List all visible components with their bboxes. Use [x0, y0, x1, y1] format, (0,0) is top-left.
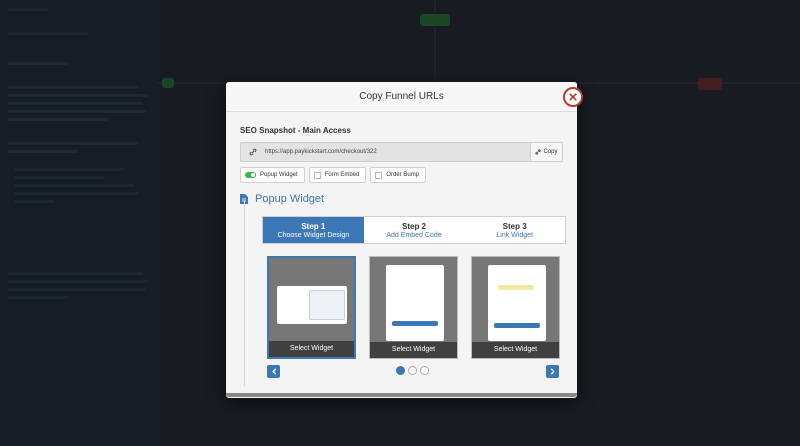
- chevron-left-icon: [271, 368, 276, 375]
- chevron-right-icon: [550, 368, 555, 375]
- url-row: https://app.paykickstart.com/checkout/32…: [240, 142, 563, 162]
- step-number: Step 3: [502, 222, 527, 231]
- widget-preview-banner: [498, 285, 534, 290]
- tab-form-embed[interactable]: Form Embed: [308, 167, 367, 183]
- close-icon: [569, 93, 577, 101]
- select-widget-button[interactable]: Select Widget: [472, 342, 559, 358]
- funnel-url-field[interactable]: https://app.paykickstart.com/checkout/32…: [265, 143, 530, 161]
- widget-preview-form: [309, 290, 345, 320]
- widget-preview: [386, 265, 444, 341]
- link-icon: [241, 143, 265, 161]
- section-title: Popup Widget: [240, 193, 563, 205]
- tab-label: Form Embed: [324, 172, 360, 178]
- select-widget-button[interactable]: Select Widget: [370, 342, 457, 358]
- carousel-pagination: [396, 366, 429, 375]
- copy-label: Copy: [543, 149, 558, 155]
- close-button[interactable]: [563, 87, 583, 107]
- widget-type-tabs: Popup Widget Form Embed Order Bump: [240, 167, 563, 183]
- modal-title: Copy Funnel URLs: [226, 82, 577, 112]
- step-number: Step 1: [301, 222, 326, 231]
- step-label: Add Embed Code: [386, 232, 442, 239]
- select-widget-button[interactable]: Select Widget: [269, 341, 354, 357]
- section-divider: [244, 200, 245, 386]
- section-title-text: Popup Widget: [255, 193, 325, 205]
- tab-order-bump[interactable]: Order Bump: [370, 167, 427, 183]
- pagination-dot-1[interactable]: [396, 366, 405, 375]
- wizard-steps: Step 1 Choose Widget Design Step 2 Add E…: [262, 216, 566, 244]
- tab-popup-widget[interactable]: Popup Widget: [240, 167, 305, 183]
- step-number: Step 2: [402, 222, 427, 231]
- widget-card-2[interactable]: Select Widget: [369, 256, 458, 359]
- prev-button[interactable]: [267, 365, 280, 378]
- tab-label: Order Bump: [386, 172, 420, 178]
- widget-preview: [488, 265, 546, 341]
- step-label: Choose Widget Design: [277, 232, 350, 239]
- product-name: SEO Snapshot - Main Access: [240, 126, 351, 135]
- pagination-dot-2[interactable]: [408, 366, 417, 375]
- widget-preview-button: [494, 323, 540, 328]
- checkbox[interactable]: [313, 171, 321, 179]
- step-3[interactable]: Step 3 Link Widget: [464, 217, 565, 243]
- step-label: Link Widget: [496, 232, 533, 239]
- step-2[interactable]: Step 2 Add Embed Code: [364, 217, 465, 243]
- modal-scrollbar[interactable]: [226, 393, 577, 397]
- widget-card-1[interactable]: Select Widget: [267, 256, 356, 359]
- toggle-on-icon[interactable]: [245, 172, 256, 178]
- widget-preview-button: [392, 321, 438, 326]
- link-icon: [535, 149, 542, 155]
- copy-button[interactable]: Copy: [530, 143, 562, 161]
- next-button[interactable]: [546, 365, 559, 378]
- pagination-dot-3[interactable]: [420, 366, 429, 375]
- widget-card-3[interactable]: Select Widget: [471, 256, 560, 359]
- widget-design-cards: Select Widget Select Widget Select Widge…: [267, 256, 560, 359]
- tab-label: Popup Widget: [260, 172, 298, 178]
- step-1[interactable]: Step 1 Choose Widget Design: [263, 217, 364, 243]
- checkbox[interactable]: [375, 171, 383, 179]
